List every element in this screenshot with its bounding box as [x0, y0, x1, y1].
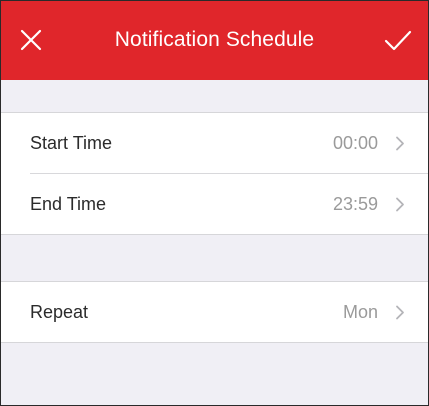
start-time-value: 00:00 [332, 133, 378, 153]
end-time-label: End Time [30, 194, 107, 214]
start-time-label: Start Time [30, 133, 113, 153]
page-title: Notification Schedule [114, 28, 315, 51]
header-bar: Notification Schedule [0, 0, 429, 80]
end-time-row[interactable]: End Time 23:59 [0, 174, 429, 234]
checkmark-icon[interactable] [381, 23, 415, 57]
repeat-group: Repeat Mon [0, 281, 429, 343]
chevron-right-icon [395, 197, 405, 212]
schedule-group: Start Time 00:00 End Time 23:59 [0, 112, 429, 235]
chevron-right-icon [395, 305, 405, 320]
end-time-value: 23:59 [332, 194, 378, 214]
start-time-row[interactable]: Start Time 00:00 [0, 113, 429, 173]
repeat-row[interactable]: Repeat Mon [0, 282, 429, 342]
chevron-right-icon [395, 136, 405, 151]
repeat-value: Mon [342, 302, 378, 322]
repeat-label: Repeat [30, 302, 89, 322]
